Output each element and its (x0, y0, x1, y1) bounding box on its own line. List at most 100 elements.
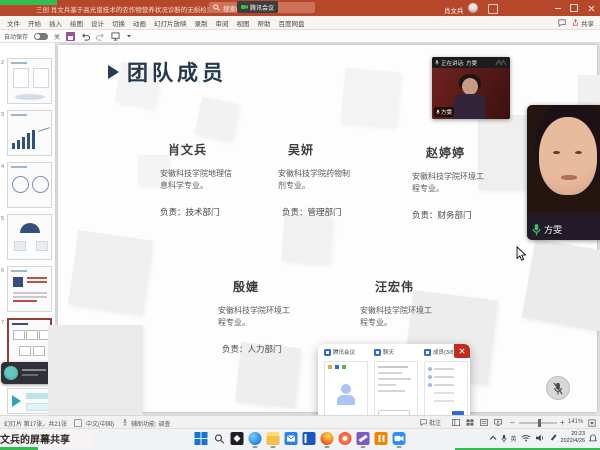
music-app-icon[interactable] (375, 432, 388, 445)
comments-button[interactable]: 批注 (420, 418, 441, 427)
tencent-meeting-icon[interactable] (393, 432, 406, 445)
firefox-browser-icon[interactable] (321, 432, 334, 445)
normal-view-icon[interactable] (452, 419, 460, 426)
tab-design[interactable]: 设计 (87, 18, 108, 28)
zoom-out-button[interactable]: – (510, 418, 514, 427)
slide-counter: 幻灯片 第17张，共21张 (4, 419, 67, 428)
start-button[interactable] (195, 432, 208, 445)
language-status[interactable]: 中文(中国) (86, 419, 114, 428)
mail-app-icon[interactable] (285, 432, 298, 445)
mini-band (26, 403, 50, 411)
preview-thumbnail-members[interactable] (424, 361, 468, 420)
reading-view-icon[interactable] (480, 419, 488, 426)
meeting-video-window-small[interactable]: 正在讲话: 方雯 方雯 (432, 57, 510, 119)
meeting-taskbar-badge[interactable]: 腾讯会议 (237, 1, 278, 13)
tab-view[interactable]: 视图 (233, 18, 254, 28)
icon-inner (326, 351, 329, 354)
tab-home[interactable]: 开始 (24, 18, 45, 28)
tab-baidu-netdisk[interactable]: 百度网盘 (275, 18, 309, 28)
video-name-badge: 方雯 (532, 223, 562, 236)
mic-muted-button[interactable] (546, 376, 570, 400)
close-button[interactable] (582, 0, 600, 16)
preview-thumbnail-meeting[interactable] (324, 361, 368, 420)
tab-record[interactable]: 录制 (191, 18, 212, 28)
ribbon-display-options-icon[interactable] (488, 4, 498, 14)
accessibility-status[interactable]: 辅助功能: 调查 (131, 419, 170, 428)
mini-el (328, 365, 332, 369)
slide-sorter-view-icon[interactable] (466, 419, 474, 426)
preview-thumbnail-chat[interactable] (374, 361, 418, 420)
clock[interactable]: 20:23 2022/4/26 (561, 431, 585, 445)
mini-box (14, 241, 26, 251)
autosave-state: 关 (54, 32, 60, 41)
slide-thumbnail[interactable] (7, 58, 52, 104)
visual-studio-icon[interactable] (357, 432, 370, 445)
photos-app-icon[interactable] (231, 432, 244, 445)
participant-name: 方雯 (441, 108, 452, 116)
meeting-floating-widget[interactable] (1, 362, 53, 384)
slide-thumbnail[interactable] (7, 214, 52, 260)
member-block-3[interactable]: 赵婷婷 安徽科技学院环境工程专业。 负责：财务部门 (412, 144, 492, 221)
preview-header-meeting[interactable]: 腾讯会议 (324, 348, 355, 356)
tab-file[interactable]: 文件 (3, 18, 24, 28)
qat-more-icon[interactable] (126, 33, 132, 39)
minimize-button[interactable] (550, 0, 566, 16)
account-name[interactable]: 肖文兵 (444, 5, 464, 15)
tab-draw[interactable]: 绘图 (66, 18, 87, 28)
redo-icon[interactable] (96, 32, 105, 41)
mini-el (342, 365, 346, 369)
slide-thumbnail-selected[interactable] (7, 318, 52, 364)
dictionary-app-icon[interactable] (303, 432, 316, 445)
tab-review[interactable]: 审阅 (212, 18, 233, 28)
zoom-in-button[interactable]: + (560, 418, 565, 427)
file-explorer-icon[interactable] (267, 432, 280, 445)
pen-icon[interactable] (549, 434, 557, 442)
member-block-5[interactable]: 汪宏伟 安徽科技学院环境工程专业。 (360, 278, 440, 328)
autosave-toggle[interactable] (34, 33, 48, 40)
preview-header-chat[interactable]: 聊天 (374, 348, 394, 356)
edge-browser-icon[interactable] (249, 432, 262, 445)
start-slideshow-icon[interactable] (111, 32, 120, 41)
share-button[interactable]: 共享 (572, 18, 594, 28)
security-app-icon[interactable] (339, 432, 352, 445)
tab-help[interactable]: 帮助 (254, 18, 275, 28)
tab-transitions[interactable]: 切换 (108, 18, 129, 28)
member-block-4[interactable]: 殷婕 安徽科技学院环境工程专业。 负责：人力部门 (218, 278, 298, 355)
zoom-level[interactable]: 141% (568, 419, 583, 425)
mini-title (12, 323, 28, 325)
tray-mic-icon[interactable] (501, 434, 507, 443)
preview-close-button[interactable] (454, 344, 470, 358)
member-block-2[interactable]: 吴妍 安徽科技学院药物制剂专业。 负责：管理部门 (278, 141, 358, 218)
slide-thumbnail[interactable] (7, 110, 52, 156)
tab-insert[interactable]: 插入 (45, 18, 66, 28)
ime-indicator[interactable]: 英 (511, 434, 517, 443)
save-icon[interactable] (66, 32, 75, 41)
zoom-slider-knob[interactable] (538, 419, 541, 427)
spellcheck-icon[interactable] (74, 419, 82, 427)
volume-icon[interactable] (535, 434, 545, 442)
slide-thumbnail-partial[interactable] (7, 388, 52, 414)
maximize-button[interactable] (566, 0, 582, 16)
slide-title-block[interactable]: 团队成员 (108, 57, 227, 87)
tab-animations[interactable]: 动画 (129, 18, 150, 28)
slide-thumbnail[interactable] (7, 266, 52, 312)
tab-slideshow[interactable]: 幻灯片放映 (150, 18, 191, 28)
comment-icon[interactable] (558, 19, 566, 27)
wifi-icon[interactable] (521, 434, 531, 442)
avatar[interactable] (468, 3, 478, 13)
person-eye (575, 151, 582, 154)
slide-thumbnail[interactable] (7, 162, 52, 208)
start-pane (202, 432, 208, 438)
undo-icon[interactable] (81, 32, 90, 41)
taskbar-search-button[interactable] (213, 432, 226, 445)
member-block-1[interactable]: 肖文兵 安徽科技学院地理信息科学专业。 负责：技术部门 (160, 141, 240, 218)
slideshow-view-icon[interactable] (494, 419, 502, 426)
pause-bar (382, 435, 384, 442)
meeting-video-window-large[interactable]: 方雯 (527, 105, 600, 240)
preview-header-members[interactable]: 成员(3/8) (424, 348, 455, 356)
notification-bell-icon[interactable] (589, 434, 597, 443)
tray-chevron-icon[interactable] (489, 435, 497, 441)
mini-line (378, 378, 411, 380)
fit-to-window-icon[interactable] (588, 419, 596, 427)
mini-avatar (428, 375, 432, 379)
